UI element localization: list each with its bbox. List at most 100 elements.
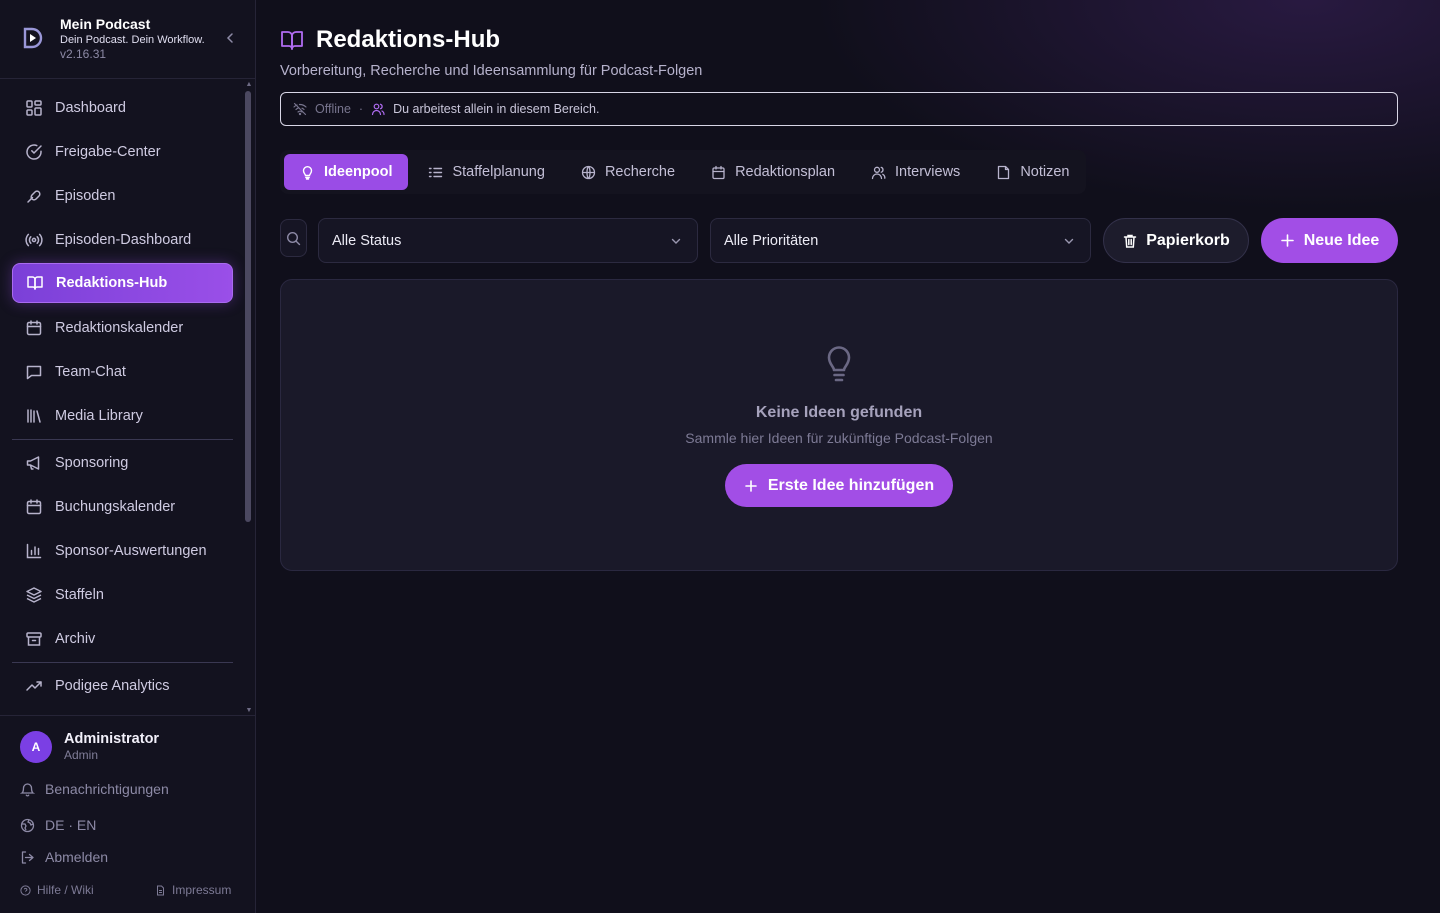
sidebar: Mein Podcast Dein Podcast. Dein Workflow… <box>0 0 256 913</box>
book-open-icon <box>280 28 304 52</box>
tab-label: Notizen <box>1020 164 1070 180</box>
calendar-icon <box>25 498 43 516</box>
sidebar-item-redaktionskalender[interactable]: Redaktionskalender <box>12 308 233 348</box>
sidebar-item-buchungskalender[interactable]: Buchungskalender <box>12 487 233 527</box>
scroll-down-icon[interactable]: ▼ <box>245 707 253 715</box>
scroll-thumb[interactable] <box>245 91 251 522</box>
status-separator: · <box>358 102 364 116</box>
sidebar-item-sponsoring[interactable]: Sponsoring <box>12 443 233 483</box>
chevron-down-icon <box>669 234 683 248</box>
globe-icon <box>581 165 596 180</box>
new-idea-button[interactable]: Neue Idee <box>1261 218 1398 263</box>
users-icon <box>371 102 385 116</box>
calendar-icon <box>711 165 726 180</box>
sidebar-item-label: Sponsoring <box>55 455 129 471</box>
priority-filter-value: Alle Prioritäten <box>724 232 819 249</box>
book-open-icon <box>26 274 44 292</box>
status-filter-select[interactable]: Alle Status <box>318 218 698 263</box>
tab-interviews[interactable]: Interviews <box>855 154 976 190</box>
sidebar-item-archiv[interactable]: Archiv <box>12 619 233 659</box>
user-area: A Administrator Admin Benachrichtigungen… <box>0 715 255 913</box>
sidebar-item-episoden[interactable]: Episoden <box>12 176 233 216</box>
help-circle-icon <box>20 884 31 896</box>
globe-icon <box>20 818 35 833</box>
trash-button[interactable]: Papierkorb <box>1103 218 1249 263</box>
megaphone-icon <box>25 454 43 472</box>
sidebar-item-label: Episoden <box>55 188 116 204</box>
users-icon <box>871 165 886 180</box>
trash-icon <box>1122 233 1138 249</box>
tab-recherche[interactable]: Recherche <box>565 154 691 190</box>
tab-notizen[interactable]: Notizen <box>980 154 1085 190</box>
lightbulb-icon <box>300 165 315 180</box>
sidebar-item-freigabe-center[interactable]: Freigabe-Center <box>12 132 233 172</box>
sidebar-item-label: Archiv <box>55 631 96 647</box>
hub-tabs: Ideenpool Staffelplanung Recherche Redak… <box>280 150 1086 194</box>
collapse-sidebar-button[interactable] <box>223 30 237 46</box>
search-icon <box>286 231 301 246</box>
language-switch[interactable]: DE · EN <box>20 817 96 833</box>
link-icon <box>25 187 43 205</box>
priority-filter-select[interactable]: Alle Prioritäten <box>710 218 1091 263</box>
sidebar-item-dashboard[interactable]: Dashboard <box>12 88 233 128</box>
sticky-note-icon <box>996 165 1011 180</box>
empty-state-title: Keine Ideen gefunden <box>755 404 923 421</box>
sidebar-item-sponsor-auswertungen[interactable]: Sponsor-Auswertungen <box>12 531 233 571</box>
plus-icon <box>744 479 758 493</box>
imprint-link[interactable]: Impressum <box>155 883 231 897</box>
dashboard-icon <box>25 99 43 117</box>
notifications-label: Benachrichtigungen <box>45 781 169 797</box>
notifications-link[interactable]: Benachrichtigungen <box>20 781 169 797</box>
tab-ideenpool[interactable]: Ideenpool <box>284 154 409 190</box>
tab-label: Ideenpool <box>324 164 393 180</box>
connection-status: Offline <box>315 102 351 116</box>
sidebar-item-staffeln[interactable]: Staffeln <box>12 575 233 615</box>
help-link[interactable]: Hilfe / Wiki <box>20 883 94 897</box>
tab-label: Recherche <box>604 164 676 180</box>
check-circle-icon <box>25 143 43 161</box>
calendar-icon <box>25 319 43 337</box>
add-first-idea-button[interactable]: Erste Idee hinzufügen <box>725 464 953 507</box>
chat-icon <box>25 363 43 381</box>
brand-subtitle: Dein Podcast. Dein Workflow. <box>60 34 205 46</box>
logout-link[interactable]: Abmelden <box>20 849 108 865</box>
tab-label: Redaktionsplan <box>735 164 836 180</box>
wifi-off-icon <box>293 102 307 116</box>
brand-header: Mein Podcast Dein Podcast. Dein Workflow… <box>0 0 255 79</box>
sidebar-item-label: Sponsor-Auswertungen <box>55 543 207 559</box>
sidebar-item-episoden-dashboard[interactable]: Episoden-Dashboard <box>12 220 233 260</box>
tab-staffelplanung[interactable]: Staffelplanung <box>412 154 560 190</box>
logout-icon <box>20 850 35 865</box>
sidebar-item-podigee-analytics[interactable]: Podigee Analytics <box>12 666 233 706</box>
empty-state-subtitle: Sammle hier Ideen für zukünftige Podcast… <box>685 430 993 446</box>
presence-status-bar: Offline · Du arbeitest allein in diesem … <box>280 92 1398 126</box>
page-subtitle: Vorbereitung, Recherche und Ideensammlun… <box>280 63 703 79</box>
nav-divider <box>12 662 233 663</box>
sidebar-item-media-library[interactable]: Media Library <box>12 396 233 436</box>
sidebar-item-label: Dashboard <box>55 100 126 116</box>
collaboration-message: Du arbeitest allein in diesem Bereich. <box>393 102 600 116</box>
page-title: Redaktions-Hub <box>316 26 501 53</box>
new-idea-label: Neue Idee <box>1303 231 1380 249</box>
user-role: Admin <box>64 748 99 762</box>
sidebar-item-team-chat[interactable]: Team-Chat <box>12 352 233 392</box>
language-label: DE · EN <box>45 817 97 833</box>
list-ordered-icon <box>428 165 443 180</box>
library-icon <box>25 407 43 425</box>
sidebar-item-redaktions-hub[interactable]: Redaktions-Hub <box>12 263 233 303</box>
app-version: v2.16.31 <box>60 47 107 61</box>
scroll-up-icon[interactable]: ▲ <box>245 81 253 89</box>
sidebar-item-label: Freigabe-Center <box>55 144 161 160</box>
tab-redaktionsplan[interactable]: Redaktionsplan <box>695 154 851 190</box>
sidebar-scrollbar[interactable]: ▲ ▼ <box>243 79 255 715</box>
document-icon <box>155 885 166 896</box>
sidebar-item-label: Episoden-Dashboard <box>55 232 192 248</box>
user-profile[interactable]: A Administrator Admin <box>20 730 159 763</box>
bar-chart-icon <box>25 542 43 560</box>
search-input[interactable] <box>280 219 307 257</box>
avatar: A <box>20 730 52 763</box>
sidebar-nav: Dashboard Freigabe-Center Episoden Episo… <box>0 79 244 715</box>
trash-label: Papierkorb <box>1146 231 1230 249</box>
main-content: Redaktions-Hub Vorbereitung, Recherche u… <box>256 0 1440 913</box>
filter-bar: Alle Status Alle Prioritäten Papierkorb <box>280 218 1398 263</box>
